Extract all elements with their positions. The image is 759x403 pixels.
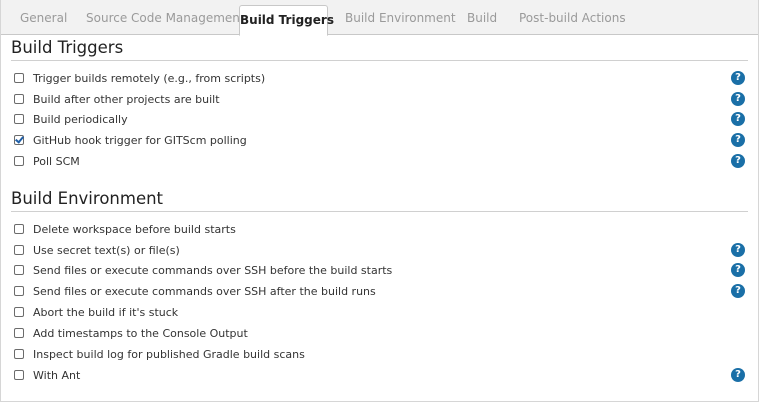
help-icon[interactable]: ? [731,263,745,277]
option-with-ant: With Ant ? [14,367,754,385]
build-triggers-divider [11,60,748,61]
build-after-other-projects-checkbox[interactable] [14,94,24,104]
option-poll-scm: Poll SCM ? [14,153,754,171]
option-add-timestamps: Add timestamps to the Console Output [14,325,754,343]
option-label: Poll SCM [33,155,80,168]
option-build-after-other-projects: Build after other projects are built ? [14,91,754,109]
abort-if-stuck-checkbox[interactable] [14,307,24,317]
option-label: Use secret text(s) or file(s) [33,244,180,257]
option-ssh-before-build: Send files or execute commands over SSH … [14,262,754,280]
github-hook-trigger-checkbox[interactable] [14,134,24,145]
option-label: GitHub hook trigger for GITScm polling [33,134,247,147]
trigger-remotely-checkbox[interactable] [14,73,24,83]
option-label: With Ant [33,369,81,382]
option-trigger-remotely: Trigger builds remotely (e.g., from scri… [14,70,754,88]
help-icon[interactable]: ? [731,368,745,382]
option-label: Inspect build log for published Gradle b… [33,348,305,361]
tab-post-build-actions[interactable]: Post-build Actions [519,0,626,35]
option-label: Send files or execute commands over SSH … [33,285,376,298]
option-label: Delete workspace before build starts [33,223,236,236]
help-icon[interactable]: ? [731,92,745,106]
option-label: Build after other projects are built [33,93,220,106]
build-triggers-heading: Build Triggers [11,38,124,57]
tab-build-environment[interactable]: Build Environment [345,0,456,35]
inspect-gradle-scans-checkbox[interactable] [14,349,24,359]
option-label: Build periodically [33,113,128,126]
option-label: Send files or execute commands over SSH … [33,264,393,277]
option-label: Add timestamps to the Console Output [33,327,248,340]
checkmark-icon [15,134,24,144]
help-icon[interactable]: ? [731,133,745,147]
delete-workspace-checkbox[interactable] [14,224,24,234]
help-icon[interactable]: ? [731,154,745,168]
option-use-secret-text: Use secret text(s) or file(s) ? [14,242,754,260]
option-abort-if-stuck: Abort the build if it's stuck [14,304,754,322]
config-tab-bar: General Source Code Management Build Tri… [1,0,758,36]
help-icon[interactable]: ? [731,71,745,85]
tab-build[interactable]: Build [467,0,497,35]
with-ant-checkbox[interactable] [14,370,24,380]
option-github-hook-trigger: GitHub hook trigger for GITScm polling ? [14,132,754,150]
use-secret-text-checkbox[interactable] [14,245,24,255]
ssh-after-build-checkbox[interactable] [14,286,24,296]
option-label: Trigger builds remotely (e.g., from scri… [33,72,266,85]
build-periodically-checkbox[interactable] [14,114,24,124]
add-timestamps-checkbox[interactable] [14,328,24,338]
build-environment-divider [11,211,748,212]
option-inspect-gradle-scans: Inspect build log for published Gradle b… [14,346,754,364]
option-delete-workspace: Delete workspace before build starts [14,221,754,239]
help-icon[interactable]: ? [731,112,745,126]
option-label: Abort the build if it's stuck [33,306,179,319]
option-build-periodically: Build periodically ? [14,111,754,129]
tab-build-triggers[interactable]: Build Triggers [239,5,334,36]
help-icon[interactable]: ? [731,243,745,257]
build-environment-heading: Build Environment [11,189,164,208]
ssh-before-build-checkbox[interactable] [14,265,24,275]
option-ssh-after-build: Send files or execute commands over SSH … [14,283,754,301]
help-icon[interactable]: ? [731,284,745,298]
tab-source-code-management[interactable]: Source Code Management [86,0,245,35]
tab-general[interactable]: General [20,0,67,35]
poll-scm-checkbox[interactable] [14,156,24,166]
